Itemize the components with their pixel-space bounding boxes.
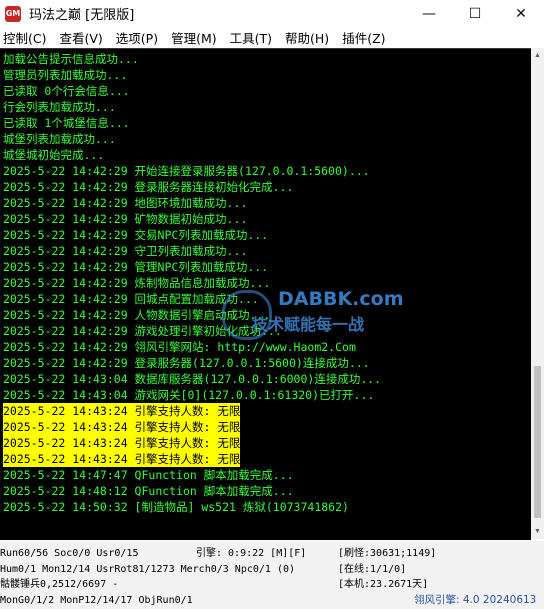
console-line: 2025-5-22 14:47:47 QFunction 脚本加载完成...	[3, 468, 294, 482]
menu-view[interactable]: 查看(V)	[56, 28, 107, 47]
maximize-button[interactable]: ☐	[452, 0, 498, 27]
console-line: 2025-5-22 14:42:29 开始连接登录服务器(127.0.0.1:5…	[3, 164, 370, 178]
console-line: 2025-5-22 14:42:29 人物数据引擎启动成功...	[3, 308, 271, 322]
menu-tools[interactable]: 工具(T)	[227, 28, 277, 47]
console-line: 加载公告提示信息成功...	[3, 52, 139, 66]
status-monster-groups: MonG0/1/2 MonP12/14/17 ObjRun0/1	[0, 595, 193, 606]
console-line: 2025-5-22 14:43:04 游戏网关[0](127.0.0.1:613…	[3, 388, 375, 402]
status-run-counts: Run60/56 Soc0/0 Usr0/15	[0, 548, 139, 559]
minimize-button[interactable]: —	[406, 0, 452, 27]
console-line: 2025-5-22 14:42:29 游戏处理引擎初始化成功...	[3, 324, 282, 338]
console-line: 已读取 1个城堡信息...	[3, 116, 130, 130]
scroll-down-arrow-icon[interactable]: ▼	[531, 525, 544, 538]
vertical-scrollbar[interactable]: ▲ ▼	[531, 48, 544, 539]
status-bar: Run60/56 Soc0/0 Usr0/15 引擎: 0:9:22 [M][F…	[0, 541, 544, 609]
menu-options[interactable]: 选项(P)	[113, 28, 163, 47]
console-line: 2025-5-22 14:42:29 守卫列表加载成功...	[3, 244, 248, 258]
scrollbar-thumb[interactable]	[534, 366, 541, 518]
window-controls: — ☐ ✕	[406, 0, 544, 27]
console-line: 已读取 0个行会信息...	[3, 84, 130, 98]
menu-bar: 控制(C) 查看(V) 选项(P) 管理(M) 工具(T) 帮助(H) 插件(Z…	[0, 27, 544, 48]
console-line: 2025-5-22 14:50:32 [制造物品] ws521 炼狱(10737…	[3, 500, 349, 514]
title-bar: GM 玛法之巅 [无限版] — ☐ ✕	[0, 0, 544, 27]
console-line: 2025-5-22 14:42:29 交易NPC列表加载成功...	[3, 228, 269, 242]
console-line-highlighted: 2025-5-22 14:43:24 引擎支持人数: 无限	[3, 403, 241, 419]
app-icon: GM	[5, 5, 21, 22]
menu-help[interactable]: 帮助(H)	[282, 28, 334, 47]
console-line: 2025-5-22 14:42:29 地图环境加载成功...	[3, 196, 248, 210]
console-log[interactable]: 加载公告提示信息成功... 管理员列表加载成功... 已读取 0个行会信息... 行会…	[0, 48, 531, 540]
console-line-highlighted: 2025-5-22 14:43:24 引擎支持人数: 无限	[3, 419, 241, 435]
console-line: 2025-5-22 14:42:29 回城点配置加载成功...	[3, 292, 259, 306]
console-line: 2025-5-22 14:43:04 数据库服务器(127.0.0.1:6000…	[3, 372, 382, 386]
console-line: 行会列表加载成功...	[3, 100, 116, 114]
status-engine-version: 翎风引擎: 4.0 20240613	[414, 594, 537, 606]
status-object-counts: Hum0/1 Mon12/14 UsrRot81/1273 Merch0/3 N…	[0, 564, 296, 575]
console-line-highlighted: 2025-5-22 14:43:24 引擎支持人数: 无限	[3, 435, 241, 451]
console-line: 2025-5-22 14:42:29 管理NPC列表加载成功...	[3, 260, 269, 274]
console-lines: 加载公告提示信息成功... 管理员列表加载成功... 已读取 0个行会信息... 行会…	[0, 49, 531, 515]
console-line: 城堡列表加载成功...	[3, 132, 116, 146]
console-line: 2025-5-22 14:48:12 QFunction 脚本加载完成...	[3, 484, 294, 498]
console-line: 管理员列表加载成功...	[3, 68, 128, 82]
console-line: 2025-5-22 14:42:29 登录服务器连接初始化完成...	[3, 180, 294, 194]
status-local-time: [本机:23.2671天]	[338, 579, 429, 590]
close-button[interactable]: ✕	[498, 0, 544, 27]
menu-plugins[interactable]: 插件(Z)	[339, 28, 390, 47]
console-line: 2025-5-22 14:42:29 翎风引擎网站: http://www.Ha…	[3, 340, 356, 354]
window-title: 玛法之巅 [无限版]	[29, 8, 135, 23]
console-line: 2025-5-22 14:42:29 矿物数据初始成功...	[3, 212, 248, 226]
menu-control[interactable]: 控制(C)	[0, 28, 51, 47]
scroll-up-arrow-icon[interactable]: ▲	[531, 49, 544, 62]
status-engine-uptime: 引擎: 0:9:22 [M][F]	[196, 548, 307, 559]
status-spawn-counts: [刷怪:30631;1149]	[338, 548, 437, 559]
status-monster-info: 骷髅锤兵0,2512/6697 -	[0, 579, 119, 590]
console-line: 2025-5-22 14:42:29 登录服务器(127.0.0.1:5600)…	[3, 356, 370, 370]
console-line: 2025-5-22 14:42:29 炼制物品信息加载成功...	[3, 276, 271, 290]
status-online-count: [在线:1/1/0]	[338, 564, 407, 575]
console-line: 城堡城初始完成...	[3, 148, 105, 162]
console-line-highlighted: 2025-5-22 14:43:24 引擎支持人数: 无限	[3, 451, 241, 467]
menu-manage[interactable]: 管理(M)	[168, 28, 222, 47]
